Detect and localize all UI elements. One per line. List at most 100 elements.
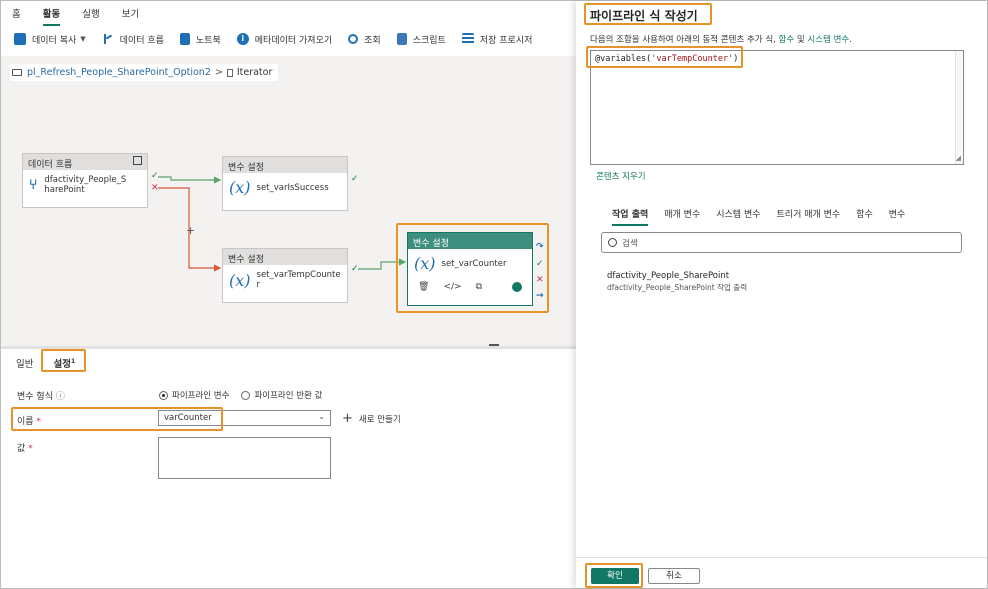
fail-port-icon[interactable]: ✕ xyxy=(151,183,159,193)
success-port-icon[interactable]: ✓ xyxy=(536,259,544,269)
chevron-down-icon: ⌄ xyxy=(318,412,325,421)
cancel-button[interactable]: 취소 xyxy=(648,568,700,584)
radio-on-icon xyxy=(159,391,168,400)
dataflow-button[interactable]: 데이터 흐름 xyxy=(102,33,164,46)
pipeline-editor: 홈 활동 실행 보기 데이터 복사 ▼ 데이터 흐름 노트북 i 메타데이터 가… xyxy=(1,1,576,588)
node-name: dfactivity_People_S harePoint xyxy=(44,175,127,195)
set-variable-success-node[interactable]: 변수 설정 (x) set_varIsSuccess xyxy=(222,156,348,211)
tab-view[interactable]: 보기 xyxy=(122,2,139,24)
success-port-icon[interactable]: ✓ xyxy=(151,171,159,181)
expression-builder-footer: 확인 취소 xyxy=(576,557,987,588)
expression-tabs: 작업 출력 매개 변수 시스템 변수 트리거 매개 변수 함수 변수 xyxy=(612,204,906,226)
variable-fx-icon: (x) xyxy=(229,270,251,290)
value-textarea[interactable] xyxy=(158,437,331,479)
get-metadata-label: 메타데이터 가져오기 xyxy=(254,35,333,46)
editor-scrollbar[interactable] xyxy=(955,51,963,164)
go-arrow-icon[interactable] xyxy=(512,282,522,292)
new-variable-button[interactable]: + 새로 만들기 xyxy=(342,411,401,426)
radio-off-icon xyxy=(241,391,251,400)
tab-functions[interactable]: 함수 xyxy=(856,204,873,223)
open-external-icon[interactable] xyxy=(133,156,142,165)
success-connector xyxy=(158,176,222,184)
node-header: 변수 설정 xyxy=(408,233,532,249)
node-body: (x) set_varTempCounte r xyxy=(223,265,347,295)
radio-pipeline-variable[interactable]: 파이프라인 변수 xyxy=(159,389,229,401)
copy-data-icon xyxy=(14,33,26,45)
dataflow-icon: ⑂ xyxy=(29,177,38,193)
tab-general[interactable]: 일반 xyxy=(16,352,33,374)
system-variables-link[interactable]: 시스템 변수 xyxy=(807,35,849,45)
node-name: set_varIsSuccess xyxy=(256,182,329,193)
success-port-icon[interactable]: ✓ xyxy=(351,174,359,184)
tab-activities[interactable]: 활동 xyxy=(42,2,61,26)
completion-port-icon[interactable]: → xyxy=(536,291,544,301)
script-label: 스크립트 xyxy=(412,35,446,46)
tab-run[interactable]: 실행 xyxy=(82,2,99,24)
delete-icon[interactable]: 🗑 xyxy=(418,282,429,292)
search-icon xyxy=(608,238,617,247)
node-name: set_varCounter xyxy=(441,258,507,269)
lookup-label: 조회 xyxy=(364,35,381,46)
copy-data-label: 데이터 복사 xyxy=(32,35,77,46)
code-icon[interactable]: </> xyxy=(443,282,461,292)
copy-data-button[interactable]: 데이터 복사 ▼ xyxy=(14,33,86,46)
pipeline-canvas[interactable]: pl_Refresh_People_SharePoint_Option2 > I… xyxy=(1,56,576,346)
success-port-icon[interactable]: ✓ xyxy=(351,264,359,274)
tab-variables[interactable]: 변수 xyxy=(889,204,906,223)
info-icon: i xyxy=(236,33,249,45)
search-icon xyxy=(348,34,359,44)
fail-port-icon[interactable]: ✕ xyxy=(536,275,544,285)
notebook-label: 노트북 xyxy=(195,35,221,46)
set-variable-counter-node[interactable]: 변수 설정 (x) set_varCounter 🗑 </> ⧉ xyxy=(407,232,533,306)
activity-output-item[interactable]: dfactivity_People_SharePoint xyxy=(607,271,729,281)
dataflow-activity-node[interactable]: 데이터 흐름 ⑂ dfactivity_People_S harePoint xyxy=(22,153,148,208)
node-header-label: 데이터 흐름 xyxy=(28,160,73,170)
name-select[interactable]: varCounter ⌄ xyxy=(158,410,331,426)
node-action-bar: 🗑 </> ⧉ xyxy=(408,278,532,296)
tab-trigger-parameters[interactable]: 트리거 매개 변수 xyxy=(777,204,841,223)
tab-settings[interactable]: 설정1 xyxy=(53,352,75,374)
stored-procedure-button[interactable]: 저장 프로시저 xyxy=(461,33,532,46)
tab-badge: 1 xyxy=(70,357,76,365)
node-body: (x) set_varIsSuccess xyxy=(223,173,347,202)
tab-home[interactable]: 홈 xyxy=(12,2,21,24)
name-label: 이름 * xyxy=(17,417,41,427)
node-header-label: 변수 설정 xyxy=(413,239,449,249)
lookup-button[interactable]: 조회 xyxy=(348,33,381,46)
get-metadata-button[interactable]: i 메타데이터 가져오기 xyxy=(236,33,333,46)
notebook-button[interactable]: 노트북 xyxy=(179,33,221,46)
expression-builder-description: 다음의 조합을 사용하여 아래의 동적 콘텐츠 추가 식, 함수 및 시스템 변… xyxy=(590,35,852,45)
tab-parameters[interactable]: 매개 변수 xyxy=(664,204,700,223)
search-placeholder: 검색 xyxy=(622,238,638,249)
functions-link[interactable]: 함수 xyxy=(779,35,795,45)
search-input[interactable]: 검색 xyxy=(601,232,962,253)
name-select-value: varCounter xyxy=(164,413,212,423)
chevron-down-icon: ▼ xyxy=(80,35,86,43)
clear-content-link[interactable]: 콘텐츠 지우기 xyxy=(596,170,646,182)
splitter-handle[interactable] xyxy=(489,344,499,346)
success-connector-2 xyxy=(358,258,407,270)
variable-fx-icon: (x) xyxy=(229,178,251,197)
variable-type-label: 변수 형식 ⓘ xyxy=(17,392,65,402)
variable-fx-icon: (x) xyxy=(414,254,436,273)
variable-type-radios: 파이프라인 변수 파이프라인 반환 값 xyxy=(159,389,322,401)
set-variable-tempcounter-node[interactable]: 변수 설정 (x) set_varTempCounte r xyxy=(222,248,348,303)
tab-system-variables[interactable]: 시스템 변수 xyxy=(716,204,760,223)
activity-output-subtitle: dfactivity_People_SharePoint 작업 출력 xyxy=(607,283,748,292)
value-label: 값 * xyxy=(17,444,33,454)
node-body: (x) set_varCounter xyxy=(408,249,532,278)
copy-icon[interactable]: ⧉ xyxy=(476,282,482,292)
notebook-icon xyxy=(179,33,190,45)
expression-editor[interactable]: @variables('varTempCounter') ◢ xyxy=(590,50,964,165)
add-activity-plus[interactable]: + xyxy=(186,224,195,237)
stored-procedure-icon xyxy=(461,33,474,45)
menu-tab-bar: 홈 활동 실행 보기 xyxy=(1,1,576,26)
resize-handle-icon[interactable]: ◢ xyxy=(956,154,961,162)
info-icon: ⓘ xyxy=(55,392,65,402)
tab-activity-outputs[interactable]: 작업 출력 xyxy=(612,204,649,226)
skip-port-icon[interactable]: ↷ xyxy=(536,242,544,252)
script-button[interactable]: 스크립트 xyxy=(396,33,446,46)
activities-toolbar: 데이터 복사 ▼ 데이터 흐름 노트북 i 메타데이터 가져오기 조회 스크립트… xyxy=(1,27,576,51)
radio-return-value[interactable]: 파이프라인 반환 값 xyxy=(241,389,322,401)
ok-button[interactable]: 확인 xyxy=(591,568,639,584)
